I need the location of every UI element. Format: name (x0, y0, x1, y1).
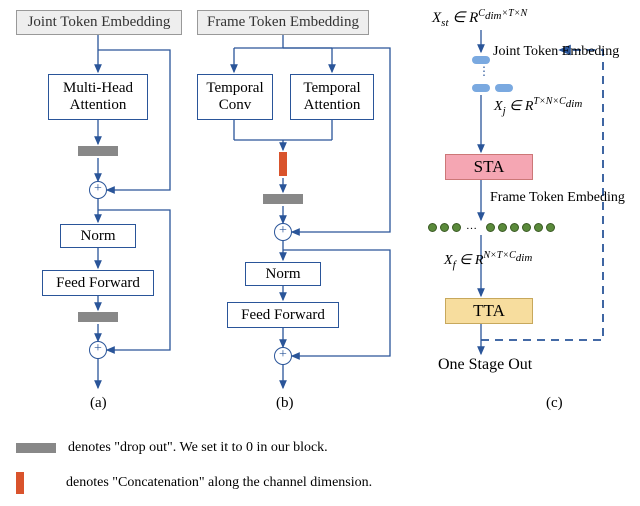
dropout-a1 (78, 146, 118, 156)
panel-c-caption: (c) (546, 395, 563, 412)
legend-orange-text: denotes "Concatenation" along the channe… (66, 475, 372, 491)
gpill-4 (486, 223, 495, 232)
add-op-b1 (274, 223, 292, 241)
ff-text-b: Feed Forward (241, 307, 325, 324)
tta-block: TTA (445, 298, 533, 324)
sta-text: STA (474, 157, 505, 177)
sta-block: STA (445, 154, 533, 180)
orange-swatch-icon (16, 472, 24, 494)
header-text: Joint Token Embedding (28, 14, 171, 31)
tconv-text: Temporal Conv (206, 80, 263, 114)
ff-text-a: Feed Forward (56, 275, 140, 292)
frame-token-embedding-header: Frame Token Embedding (197, 10, 369, 35)
blue-pill-3 (495, 84, 513, 92)
gpill-9 (546, 223, 555, 232)
norm-text-a: Norm (81, 228, 116, 245)
temporal-attention-block: Temporal Attention (290, 74, 374, 120)
gpill-7 (522, 223, 531, 232)
tta-text: TTA (473, 301, 505, 321)
input-expr: Xst ∈ RCdim×T×N (432, 8, 527, 29)
legend-concat: denotes "Concatenation" along the channe… (16, 472, 372, 494)
dropout-a2 (78, 312, 118, 322)
concat-op-b (279, 152, 287, 176)
panel-a-caption: (a) (90, 395, 107, 412)
mha-text: Multi-Head Attention (63, 80, 133, 114)
gpill-8 (534, 223, 543, 232)
multi-head-attention-block: Multi-Head Attention (48, 74, 148, 120)
dots-1: ⋮ (478, 64, 490, 79)
add-op-b2 (274, 347, 292, 365)
grey-swatch-icon (16, 443, 56, 453)
blue-pill-2 (472, 84, 490, 92)
temporal-conv-block: Temporal Conv (197, 74, 273, 120)
gpill-1 (428, 223, 437, 232)
norm-block-a: Norm (60, 224, 136, 248)
dots-2: … (466, 220, 477, 232)
xf-expr: Xf ∈ RN×T×Cdim (444, 250, 532, 270)
add-op-a1 (89, 181, 107, 199)
joint-token-embedding-header: Joint Token Embedding (16, 10, 182, 35)
add-op-a2 (89, 341, 107, 359)
legend-dropout: denotes "drop out". We set it to 0 in ou… (16, 440, 328, 456)
gpill-5 (498, 223, 507, 232)
dropout-b1 (263, 194, 303, 204)
xj-expr: Xj ∈ RT×N×Cdim (494, 96, 582, 116)
fte-label: Frame Token Embeding (490, 190, 625, 206)
gpill-6 (510, 223, 519, 232)
blue-pill-1 (472, 56, 490, 64)
norm-text-b: Norm (266, 266, 301, 283)
legend-grey-text: denotes "drop out". We set it to 0 in ou… (68, 440, 328, 456)
gpill-2 (440, 223, 449, 232)
header-text-b: Frame Token Embedding (207, 14, 359, 31)
feedforward-block-a: Feed Forward (42, 270, 154, 296)
feedforward-block-b: Feed Forward (227, 302, 339, 328)
tattn-text: Temporal Attention (303, 80, 360, 114)
norm-block-b: Norm (245, 262, 321, 286)
jte-label: Joint Token Embeding (493, 44, 619, 60)
gpill-3 (452, 223, 461, 232)
panel-b-caption: (b) (276, 395, 294, 412)
one-stage-out: One Stage Out (438, 356, 532, 374)
